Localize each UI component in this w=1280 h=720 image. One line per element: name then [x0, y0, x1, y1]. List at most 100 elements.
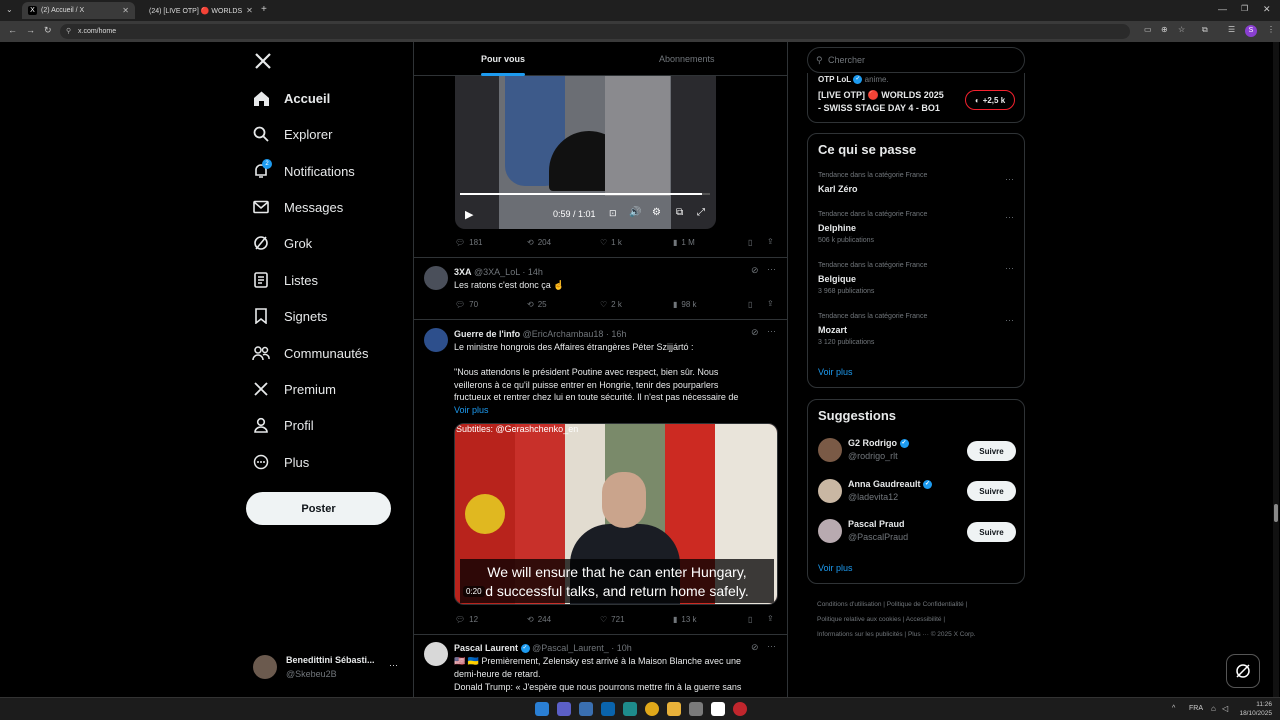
more-icon[interactable]: ··· — [767, 641, 776, 651]
avatar[interactable] — [424, 328, 448, 352]
reply-button[interactable]: 💬︎ 12 — [455, 615, 478, 624]
url-input[interactable]: ⚲ x.com/home — [60, 24, 1130, 39]
retweet-button[interactable]: ⟲ 25 — [527, 300, 547, 309]
nav-communities[interactable]: Communautés — [252, 338, 369, 368]
volume-icon[interactable]: ◁ — [1222, 704, 1228, 713]
folder-icon[interactable] — [667, 702, 681, 716]
search-input[interactable]: ⚲ Chercher — [807, 47, 1025, 73]
forward-icon[interactable]: → — [26, 25, 35, 35]
show-more-link[interactable]: Voir plus — [454, 404, 489, 417]
footer-link[interactable]: Accessibilité — [906, 616, 942, 623]
app-icon[interactable] — [579, 702, 593, 716]
author-handle[interactable]: @Pascal_Laurent_ — [532, 643, 609, 653]
wifi-icon[interactable]: ⌂ — [1211, 704, 1216, 713]
views-button[interactable]: ▮ 1 M — [673, 238, 695, 247]
pip-icon[interactable]: ⧉ — [676, 207, 683, 218]
tray-chevron-icon[interactable]: ^ — [1172, 705, 1175, 712]
nav-premium[interactable]: Premium — [252, 374, 336, 404]
avatar[interactable] — [818, 519, 842, 543]
more-icon[interactable]: ··· — [767, 326, 776, 336]
author-name[interactable]: Pascal Laurent — [454, 643, 518, 653]
app-icon[interactable] — [689, 702, 703, 716]
x-logo-icon[interactable] — [254, 52, 272, 70]
tab-live[interactable]: (24) [LIVE OTP] 🔴 WORLDS ✕ — [139, 2, 254, 19]
extensions-icon[interactable]: ⧉ — [1202, 25, 1208, 35]
bookmark-icon[interactable]: ▯ — [748, 300, 752, 309]
back-icon[interactable]: ← — [8, 25, 17, 35]
bookmark-icon[interactable]: ▯ — [748, 615, 752, 624]
grok-floating-button[interactable] — [1226, 654, 1260, 688]
tweet-time[interactable]: · 10h — [611, 643, 632, 653]
follow-button[interactable]: Suivre — [967, 441, 1016, 461]
outlook-icon[interactable] — [601, 702, 615, 716]
app-icon[interactable] — [733, 702, 747, 716]
notepad-icon[interactable] — [711, 702, 725, 716]
footer-link[interactable]: Plus ··· — [908, 631, 929, 638]
nav-lists[interactable]: Listes — [252, 265, 318, 295]
tweet-time[interactable]: · 16h — [606, 329, 627, 339]
teams-icon[interactable] — [557, 702, 571, 716]
retweet-button[interactable]: ⟲ 204 — [527, 238, 551, 247]
tab-search-icon[interactable]: ⌄ — [6, 5, 13, 14]
star-icon[interactable]: ☆ — [1178, 25, 1185, 34]
new-tab-icon[interactable]: + — [261, 4, 267, 15]
avatar[interactable] — [818, 479, 842, 503]
fullscreen-icon[interactable]: ⤢ — [697, 207, 705, 218]
video-player[interactable]: Subtitles: @Gerashchenko_en We will ensu… — [454, 423, 778, 605]
menu-icon[interactable]: ⋮ — [1267, 25, 1275, 34]
tab-strip-icon[interactable]: ☰ — [1228, 25, 1235, 34]
reload-icon[interactable]: ↻ — [44, 25, 52, 36]
nav-home[interactable]: Accueil — [252, 83, 330, 113]
avatar[interactable] — [424, 642, 448, 666]
tab-for-you[interactable]: Pour vous — [481, 54, 525, 64]
footer-link[interactable]: Conditions d'utilisation — [817, 601, 881, 608]
nav-grok[interactable]: Grok — [252, 228, 312, 258]
share-icon[interactable]: ⇪ — [767, 614, 774, 623]
live-listeners-badge[interactable]: ◐ +2,5 k — [965, 90, 1015, 110]
more-icon[interactable]: ··· — [1005, 315, 1014, 325]
more-icon[interactable]: ··· — [767, 264, 776, 274]
nav-bookmarks[interactable]: Signets — [252, 301, 327, 331]
more-icon[interactable]: ··· — [1005, 263, 1014, 273]
language-indicator[interactable]: FRA — [1189, 705, 1203, 712]
avatar[interactable] — [253, 655, 277, 679]
close-icon[interactable]: ✕ — [246, 6, 253, 15]
show-more-trends-link[interactable]: Voir plus — [818, 367, 853, 377]
minimize-icon[interactable]: — — [1218, 4, 1227, 14]
reply-button[interactable]: 💬︎ 181 — [455, 238, 483, 247]
chrome-icon[interactable] — [645, 702, 659, 716]
footer-link[interactable]: Politique relative aux cookies — [817, 616, 901, 623]
clock[interactable]: 11:26 18/10/2025 — [1236, 700, 1272, 718]
window-close-icon[interactable]: ✕ — [1263, 4, 1271, 15]
more-icon[interactable]: ··· — [1005, 174, 1014, 184]
follow-button[interactable]: Suivre — [967, 522, 1016, 542]
profile-avatar[interactable]: S — [1245, 25, 1257, 37]
author-handle[interactable]: @EricArchambau18 — [523, 329, 604, 339]
volume-icon[interactable]: 🔊 — [629, 207, 641, 218]
footer-link[interactable]: Informations sur les publicités — [817, 631, 903, 638]
reply-button[interactable]: 💬︎ 70 — [455, 300, 478, 309]
follow-button[interactable]: Suivre — [967, 481, 1016, 501]
nav-messages[interactable]: Messages — [252, 192, 343, 222]
grok-icon[interactable]: ⊘ — [751, 265, 759, 276]
views-button[interactable]: ▮ 13 k — [673, 615, 697, 624]
close-icon[interactable]: ✕ — [122, 6, 129, 15]
zoom-icon[interactable]: ⊕ — [1161, 25, 1168, 34]
play-icon[interactable]: ▶ — [465, 208, 473, 221]
scrollbar[interactable] — [1273, 42, 1279, 697]
grok-icon[interactable]: ⊘ — [751, 642, 759, 653]
author-handle[interactable]: @3XA_LoL — [474, 267, 520, 277]
author-name[interactable]: 3XA — [454, 267, 472, 277]
author-name[interactable]: Guerre de l'info — [454, 329, 520, 339]
like-button[interactable]: ♡ 1 k — [600, 238, 622, 247]
nav-profile[interactable]: Profil — [252, 410, 314, 440]
video-player[interactable]: ▶ 0:59 / 1:01 ⊡ 🔊 ⚙ ⧉ ⤢ — [455, 76, 716, 229]
account-more-icon[interactable]: ··· — [389, 660, 398, 670]
nav-explore[interactable]: Explorer — [252, 119, 332, 149]
show-more-suggestions-link[interactable]: Voir plus — [818, 563, 853, 573]
tweet-time[interactable]: · 14h — [522, 267, 543, 277]
avatar[interactable] — [424, 266, 448, 290]
start-icon[interactable] — [535, 702, 549, 716]
captions-icon[interactable]: ⊡ — [609, 208, 617, 219]
site-info-icon[interactable]: ⚲ — [66, 24, 71, 39]
